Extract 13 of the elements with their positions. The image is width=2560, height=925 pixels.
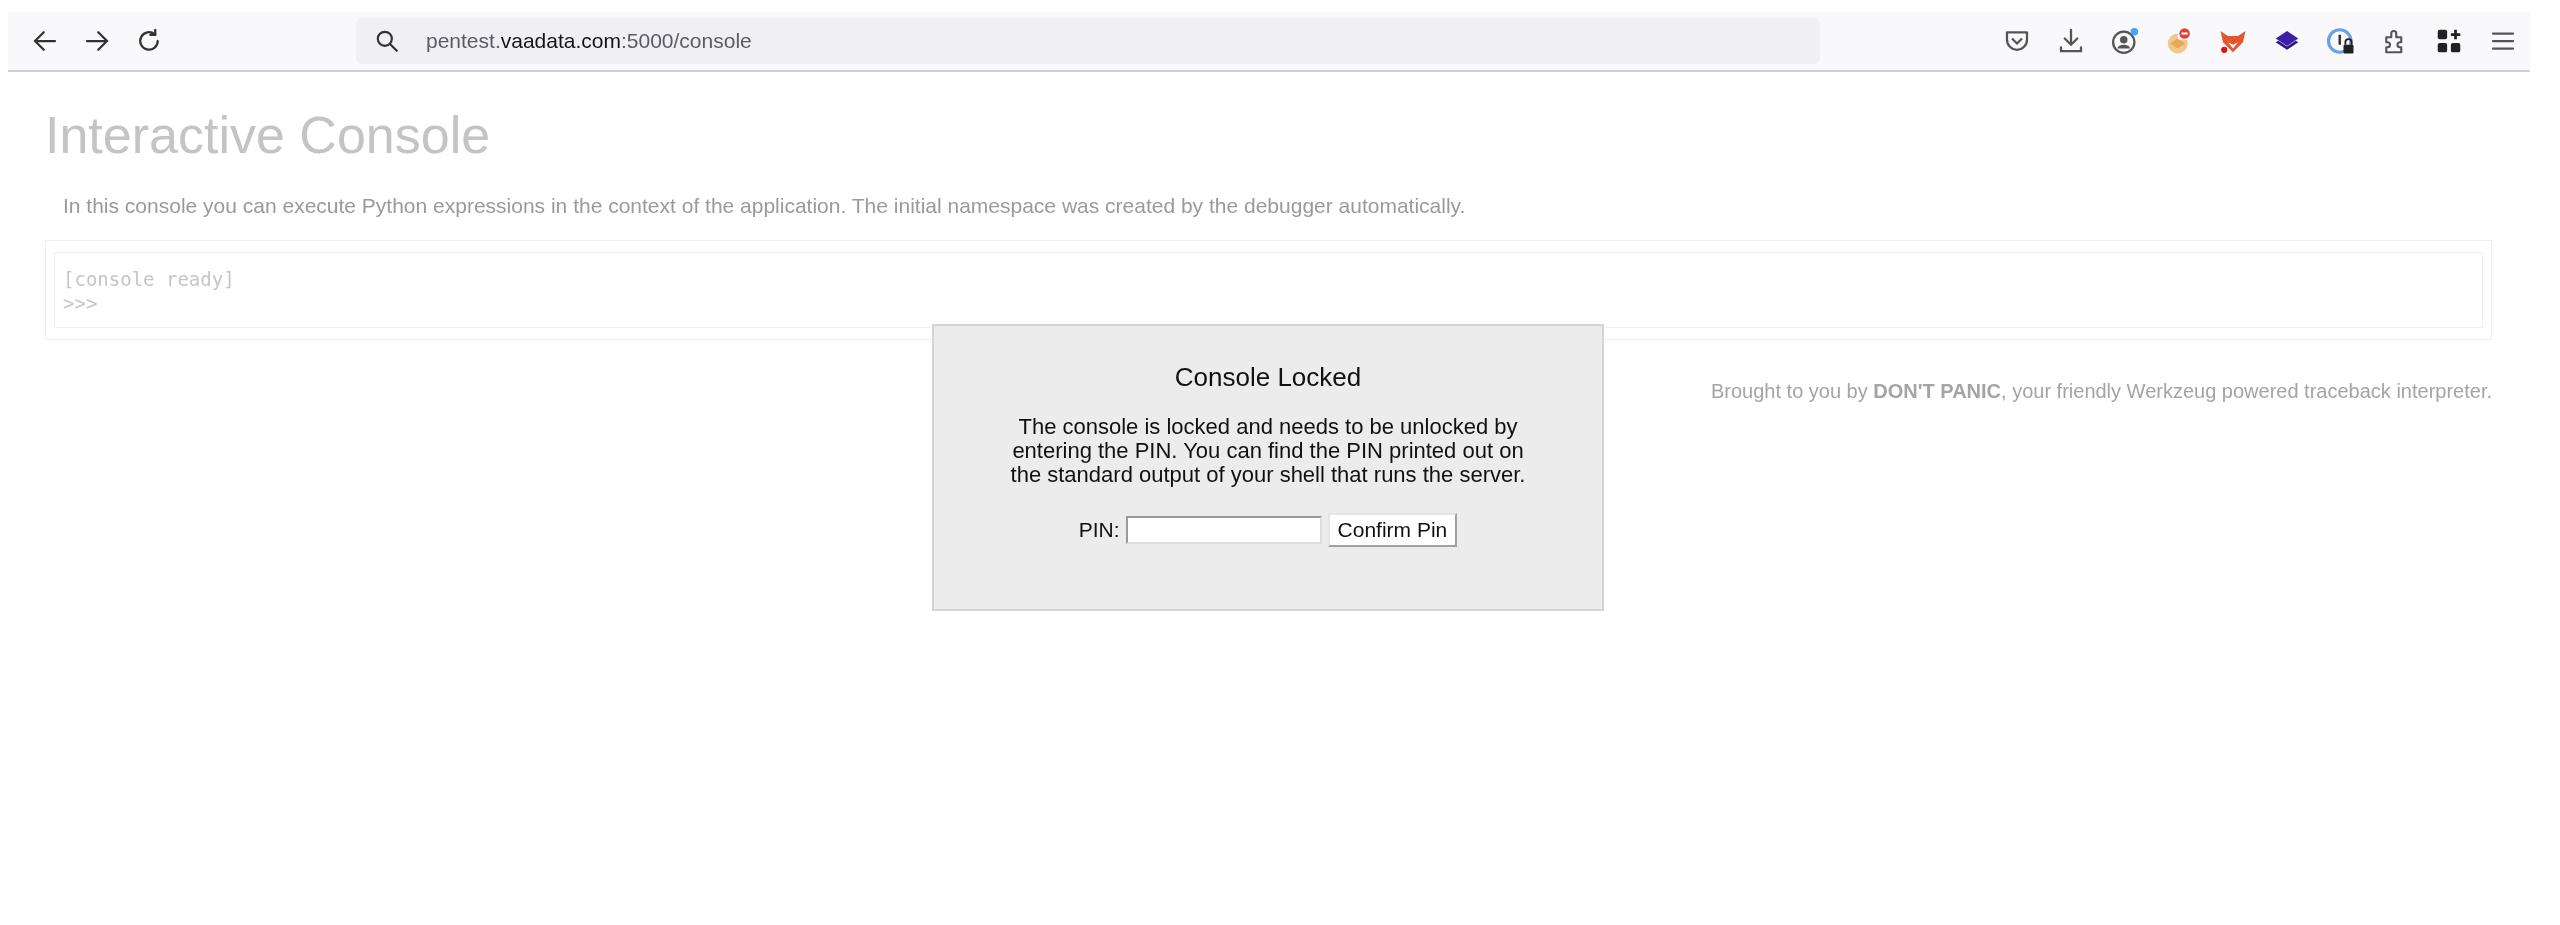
address-bar[interactable]: pentest.vaadata.com:5000/console: [356, 18, 1820, 64]
dialog-message: The console is locked and needs to be unlocked by entering the PIN. You can find the PIN printed out on the standard output of your shell that runs the server.: [1010, 415, 1526, 487]
lock-badge-icon[interactable]: [2326, 26, 2356, 56]
search-icon: [374, 28, 400, 54]
footer-text: Brought to you by DON'T PANIC, your friendly Werkzeug powered traceback interpreter.: [1709, 380, 2492, 404]
page-title: Interactive Console: [45, 105, 492, 166]
intro-text: In this console you can execute Python expressions in the context of the application. The initial namespace was created by the debugger automatically.: [63, 194, 1467, 219]
pin-label: PIN:: [1078, 518, 1120, 542]
dialog-title: Console Locked: [1173, 362, 1363, 393]
confirm-button[interactable]: Confirm Pin: [1327, 513, 1458, 547]
account-icon[interactable]: [2110, 26, 2140, 56]
url-text: pentest.vaadata.com:5000/console: [426, 29, 752, 53]
pin-field[interactable]: [1125, 516, 1322, 544]
